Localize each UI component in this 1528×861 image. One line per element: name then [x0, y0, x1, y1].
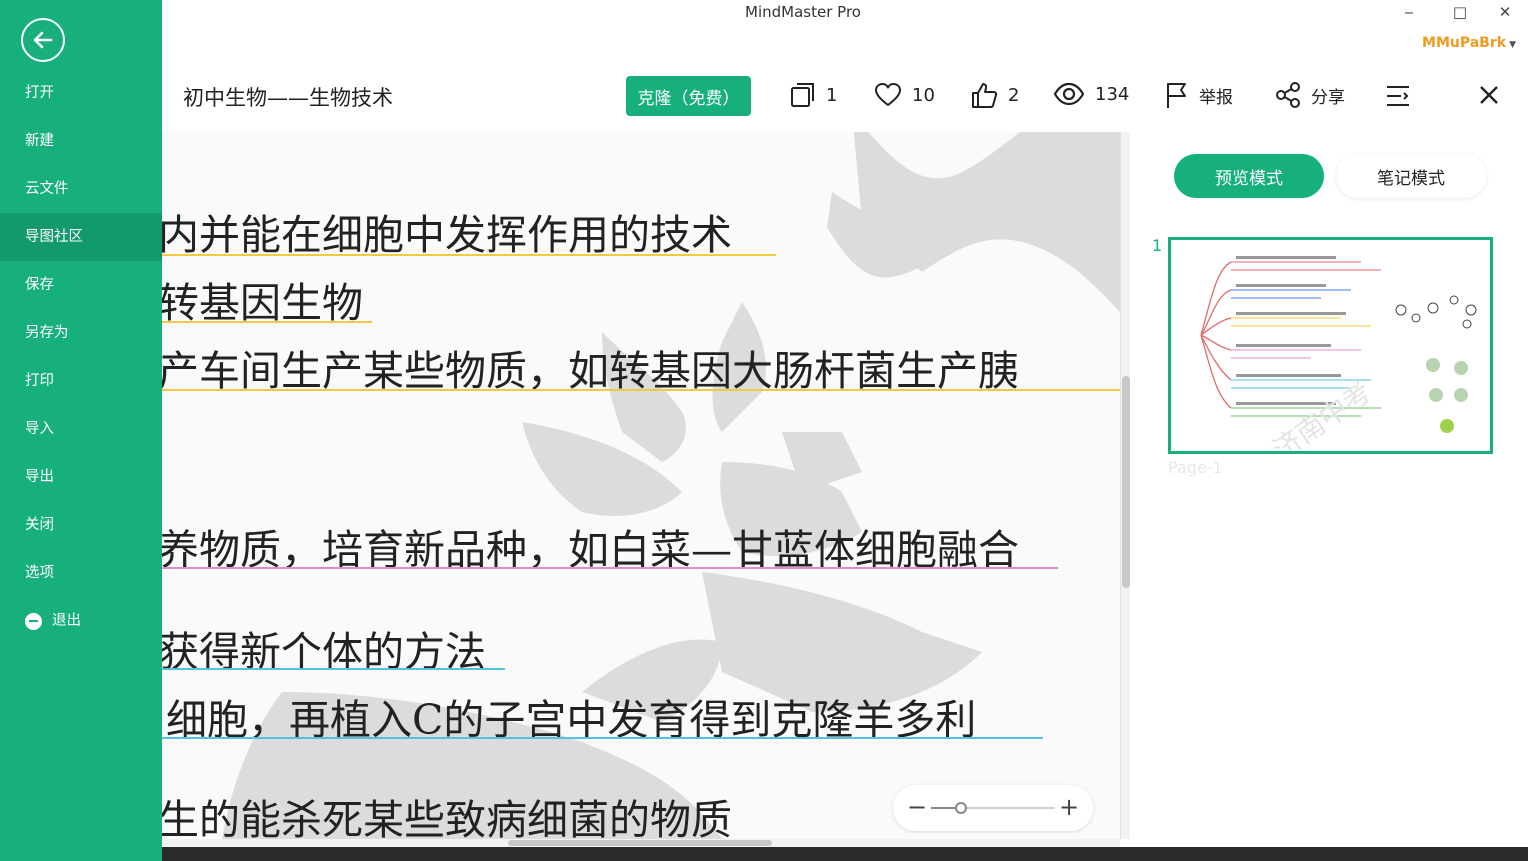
topic-underline — [162, 668, 505, 670]
menu-item-exit[interactable]: 退出 — [0, 597, 162, 645]
document-title: 初中生物——生物技术 — [183, 86, 393, 110]
topic-text[interactable]: 内并能在细胞中发挥作用的技术 — [162, 201, 732, 261]
topic-text[interactable]: 转基因生物 — [162, 269, 363, 329]
topic-text[interactable]: 生的能杀死某些致病细菌的物质 — [162, 786, 732, 839]
vertical-scroll-thumb[interactable] — [1122, 376, 1130, 588]
user-menu[interactable]: MMuPaBrk ▼ — [1422, 35, 1516, 51]
zoom-control: − + — [893, 785, 1093, 831]
report-button[interactable]: 举报 — [1165, 82, 1233, 109]
preview-panel: 预览模式 笔记模式 1 济南中考 Page-1 — [1130, 132, 1528, 847]
menu-item-label: 导入 — [25, 421, 54, 437]
svg-text:济南中考: 济南中考 — [1267, 375, 1378, 451]
arrow-left-icon — [33, 31, 53, 49]
menu-item-label: 导出 — [25, 469, 54, 485]
topic-text[interactable]: 产车间生产某些物质，如转基因大肠杆菌生产胰 — [162, 337, 1019, 397]
thumbs-up-button[interactable]: 2 — [971, 82, 1019, 109]
report-label: 举报 — [1199, 88, 1233, 108]
file-menu: 打开 新建 云文件 导图社区 保存 另存为 打印 导入 导出 关闭 选项 退出 — [0, 69, 162, 645]
minus-circle-icon — [25, 612, 42, 630]
menu-item-new[interactable]: 新建 — [0, 117, 162, 165]
zoom-slider-handle[interactable] — [954, 802, 967, 814]
topic-underline — [162, 567, 1058, 569]
share-button[interactable]: 分享 — [1275, 82, 1345, 108]
menu-item-label: 云文件 — [25, 181, 69, 197]
thumbs-count: 2 — [1008, 85, 1020, 106]
menu-item-cloud-files[interactable]: 云文件 — [0, 165, 162, 213]
outline-menu-button[interactable] — [1385, 84, 1421, 108]
menu-item-label: 导图社区 — [25, 229, 83, 245]
page-thumbnail[interactable]: 济南中考 — [1168, 237, 1493, 454]
menu-item-open[interactable]: 打开 — [0, 69, 162, 117]
menu-item-label: 退出 — [52, 613, 81, 629]
menu-item-options[interactable]: 选项 — [0, 549, 162, 597]
menu-item-label: 打开 — [25, 85, 54, 101]
outline-icon — [1387, 86, 1409, 106]
menu-item-label: 保存 — [25, 277, 54, 293]
menu-item-label: 打印 — [25, 373, 54, 389]
pages-stat[interactable]: 1 — [790, 82, 837, 108]
views-stat: 134 — [1053, 82, 1129, 106]
menu-item-label: 新建 — [25, 133, 54, 149]
menu-item-save-as[interactable]: 另存为 — [0, 309, 162, 357]
menu-item-export[interactable]: 导出 — [0, 453, 162, 501]
menu-item-import[interactable]: 导入 — [0, 405, 162, 453]
menu-item-save[interactable]: 保存 — [0, 261, 162, 309]
page-label: Page-1 — [1168, 458, 1223, 477]
user-name: MMuPaBrk — [1422, 35, 1507, 51]
copy-icon — [791, 83, 814, 107]
menu-item-label: 关闭 — [25, 517, 54, 533]
maximize-button[interactable]: □ — [1445, 0, 1475, 24]
page-number: 1 — [1152, 236, 1163, 255]
menu-item-close[interactable]: 关闭 — [0, 501, 162, 549]
horizontal-scroll-thumb[interactable] — [508, 840, 772, 846]
close-community-button[interactable] — [1478, 84, 1510, 106]
menu-item-community[interactable]: 导图社区 — [0, 213, 162, 261]
minimize-button[interactable]: ‒ — [1394, 0, 1424, 24]
share-icon — [1276, 82, 1300, 108]
title-bar: MindMaster Pro ‒ □ ✕ — [162, 0, 1528, 26]
topic-underline — [162, 321, 372, 323]
heart-icon — [875, 83, 901, 106]
topic-underline — [162, 737, 1043, 739]
zoom-slider[interactable] — [931, 802, 1055, 814]
close-window-button[interactable]: ✕ — [1490, 0, 1520, 24]
tab-preview-mode[interactable]: 预览模式 — [1174, 154, 1324, 198]
thumbs-up-icon — [972, 83, 998, 108]
horizontal-scrollbar[interactable] — [162, 839, 1120, 847]
back-button[interactable] — [21, 18, 65, 62]
file-sidebar: 打开 新建 云文件 导图社区 保存 另存为 打印 导入 导出 关闭 选项 退出 — [0, 0, 162, 861]
status-bar — [162, 847, 1528, 861]
maximize-icon: □ — [1452, 3, 1468, 21]
tab-notes-mode[interactable]: 笔记模式 — [1336, 154, 1486, 198]
clone-button[interactable]: 克隆（免费） — [626, 76, 751, 116]
menu-item-print[interactable]: 打印 — [0, 357, 162, 405]
share-label: 分享 — [1311, 87, 1345, 108]
views-count: 134 — [1095, 83, 1130, 105]
close-icon — [1480, 86, 1498, 104]
mindmap-canvas[interactable]: 内并能在细胞中发挥作用的技术 转基因生物 产车间生产某些物质，如转基因大肠杆菌生… — [162, 132, 1120, 839]
favorite-button[interactable]: 10 — [874, 82, 935, 108]
zoom-in-button[interactable]: + — [1059, 794, 1079, 820]
mindmap-thumbnail-image: 济南中考 — [1200, 256, 1477, 451]
community-header: 初中生物——生物技术 克隆（免费） 1 10 2 134 举报 分享 — [162, 60, 1528, 132]
app-title: MindMaster Pro — [745, 3, 861, 21]
menu-item-label: 选项 — [25, 565, 54, 581]
flag-icon — [1167, 83, 1186, 108]
eye-icon — [1053, 82, 1085, 106]
close-icon: ✕ — [1498, 3, 1512, 21]
vertical-scrollbar[interactable] — [1120, 132, 1130, 839]
topic-underline — [162, 254, 776, 256]
pages-count: 1 — [826, 84, 838, 106]
zoom-out-button[interactable]: − — [907, 794, 927, 820]
minimize-icon: ‒ — [1404, 3, 1414, 21]
likes-count: 10 — [912, 84, 935, 106]
caret-down-icon: ▼ — [1509, 40, 1516, 50]
topic-underline — [162, 389, 1120, 391]
menu-item-label: 另存为 — [25, 325, 69, 341]
